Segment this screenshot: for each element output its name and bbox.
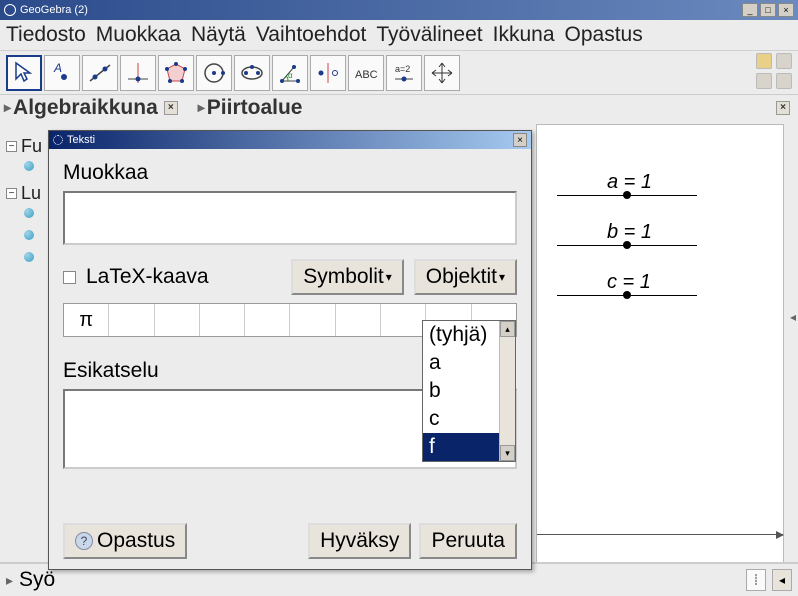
app-icon [4, 4, 16, 16]
menu-tools[interactable]: Työvälineet [376, 23, 482, 47]
window-title: GeoGebra (2) [20, 4, 88, 16]
dialog-titlebar[interactable]: Teksti × [49, 131, 531, 149]
chevron-right-icon: ▸ [198, 99, 205, 116]
latex-label: LaTeX-kaava [86, 265, 209, 289]
side-expand-icon[interactable]: ◂ [790, 310, 796, 324]
menu-options[interactable]: Vaihtoehdot [256, 23, 367, 47]
graphics-header[interactable]: ▸ Piirtoalue [198, 96, 303, 120]
graphics-close[interactable]: × [776, 101, 790, 115]
graphics-title: Piirtoalue [207, 96, 303, 120]
objects-dropdown[interactable]: (tyhjä) a b c f ▴ ▾ [422, 320, 516, 462]
tool-move[interactable] [6, 55, 42, 91]
collapse-icon[interactable]: − [6, 188, 17, 199]
question-icon: ? [75, 532, 93, 550]
tool-move-view[interactable] [424, 55, 460, 91]
svg-text:ABC: ABC [355, 69, 378, 81]
ok-button[interactable]: Hyväksy [308, 523, 411, 559]
maximize-button[interactable]: □ [760, 3, 776, 17]
input-history-button[interactable]: ◂ [772, 569, 792, 591]
slider-c[interactable]: c = 1 [557, 295, 697, 296]
dialog-close-button[interactable]: × [513, 133, 527, 147]
slider-b[interactable]: b = 1 [557, 245, 697, 246]
axis-arrow-icon [776, 531, 784, 539]
slider-a[interactable]: a = 1 [557, 195, 697, 196]
scroll-down-icon[interactable]: ▾ [500, 445, 515, 461]
tool-angle[interactable]: α [272, 55, 308, 91]
menu-file[interactable]: Tiedosto [6, 23, 86, 47]
input-label: Syö [19, 568, 55, 592]
tool-point[interactable]: A [44, 55, 80, 91]
chevron-right-icon: ▸ [4, 99, 11, 116]
tool-text[interactable]: ABC [348, 55, 384, 91]
help-button[interactable]: ? Opastus [63, 523, 187, 559]
x-axis [537, 534, 783, 535]
svg-text:A: A [53, 61, 62, 75]
tool-perpendicular[interactable] [120, 55, 156, 91]
edit-label: Muokkaa [63, 161, 517, 185]
collapse-icon[interactable]: − [6, 141, 17, 152]
toolbar: A α ABC a=2 [0, 50, 798, 94]
scroll-up-icon[interactable]: ▴ [500, 321, 515, 337]
objects-button[interactable]: Objektit▾ [414, 259, 517, 295]
input-dropdown[interactable]: ┊ [746, 569, 766, 591]
help-icon[interactable] [756, 73, 772, 89]
algebra-title: Algebraikkuna [13, 96, 158, 120]
tool-polygon[interactable] [158, 55, 194, 91]
svg-text:α: α [288, 71, 293, 80]
algebra-header[interactable]: ▸ Algebraikkuna × [4, 96, 178, 120]
algebra-close[interactable]: × [164, 101, 178, 115]
symbol-pi[interactable]: π [64, 304, 109, 336]
cancel-button[interactable]: Peruuta [419, 523, 517, 559]
dialog-title: Teksti [67, 134, 95, 146]
tree-item[interactable] [24, 252, 34, 262]
undo-icon[interactable] [756, 53, 772, 69]
window-titlebar: GeoGebra (2) _ □ × [0, 0, 798, 20]
menu-window[interactable]: Ikkuna [493, 23, 555, 47]
tree-item[interactable] [24, 230, 34, 240]
tool-circle[interactable] [196, 55, 232, 91]
graphics-canvas[interactable]: a = 1 b = 1 c = 1 3 4 5 6 7 [536, 124, 784, 566]
latex-checkbox[interactable] [63, 271, 76, 284]
dialog-icon [53, 135, 63, 145]
slider-b-label: b = 1 [607, 221, 652, 244]
tool-reflect[interactable] [310, 55, 346, 91]
dropdown-scrollbar[interactable]: ▴ ▾ [499, 321, 515, 461]
tool-ellipse[interactable] [234, 55, 270, 91]
tool-slider[interactable]: a=2 [386, 55, 422, 91]
menu-edit[interactable]: Muokkaa [96, 23, 181, 47]
slider-a-label: a = 1 [607, 171, 652, 194]
menubar: Tiedosto Muokkaa Näytä Vaihtoehdot Työvä… [0, 20, 798, 50]
edit-textarea[interactable] [63, 191, 517, 245]
settings-icon[interactable] [776, 73, 792, 89]
tree-item[interactable] [24, 161, 34, 171]
svg-text:a=2: a=2 [395, 64, 410, 74]
menu-help[interactable]: Opastus [565, 23, 643, 47]
tool-line[interactable] [82, 55, 118, 91]
close-button[interactable]: × [778, 3, 794, 17]
panel-headers: ▸ Algebraikkuna × ▸ Piirtoalue × [0, 94, 798, 120]
algebra-tree: −Fu −Lu [6, 136, 42, 274]
symbols-button[interactable]: Symbolit▾ [291, 259, 404, 295]
tree-node-fu[interactable]: Fu [21, 136, 42, 157]
tree-item[interactable] [24, 208, 34, 218]
menu-view[interactable]: Näytä [191, 23, 246, 47]
chevron-right-icon[interactable]: ▸ [6, 572, 13, 589]
redo-icon[interactable] [776, 53, 792, 69]
tree-node-lu[interactable]: Lu [21, 183, 41, 204]
minimize-button[interactable]: _ [742, 3, 758, 17]
